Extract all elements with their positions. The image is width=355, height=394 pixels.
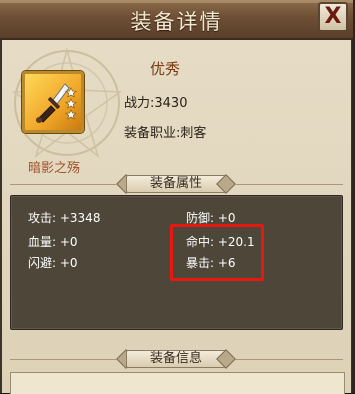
info-section-header: 装备信息 xyxy=(116,349,236,369)
attributes-title: 装备属性 xyxy=(149,176,202,191)
class-label: 装备职业: xyxy=(124,126,181,141)
info-divider-right xyxy=(236,359,343,360)
power-row: 战力:3430 xyxy=(124,92,187,111)
window-title: 装备详情 xyxy=(130,10,223,34)
power-value: 3430 xyxy=(154,96,188,111)
stat-dodge: 闪避: +0 xyxy=(28,256,78,270)
power-label: 战力: xyxy=(124,96,155,111)
attributes-section-header: 装备属性 xyxy=(116,174,236,194)
close-button[interactable]: X xyxy=(318,2,348,32)
info-divider-left xyxy=(10,359,116,360)
class-value: 刺客 xyxy=(180,126,207,141)
item-quality: 优秀 xyxy=(150,60,181,78)
dagger-icon xyxy=(36,83,78,123)
quality-stars xyxy=(64,87,78,120)
highlight-annotation xyxy=(170,224,264,281)
info-title: 装备信息 xyxy=(149,351,202,366)
section-divider-left xyxy=(10,184,116,185)
item-name: 暗影之殇 xyxy=(28,161,81,176)
info-panel xyxy=(10,372,345,394)
stat-attack: 攻击: +3348 xyxy=(28,211,101,225)
section-divider-right xyxy=(236,184,343,185)
title-bar: 装备详情 xyxy=(0,0,353,40)
stat-hp: 血量: +0 xyxy=(28,235,78,249)
item-icon[interactable] xyxy=(22,71,84,133)
class-row: 装备职业:刺客 xyxy=(124,122,206,141)
